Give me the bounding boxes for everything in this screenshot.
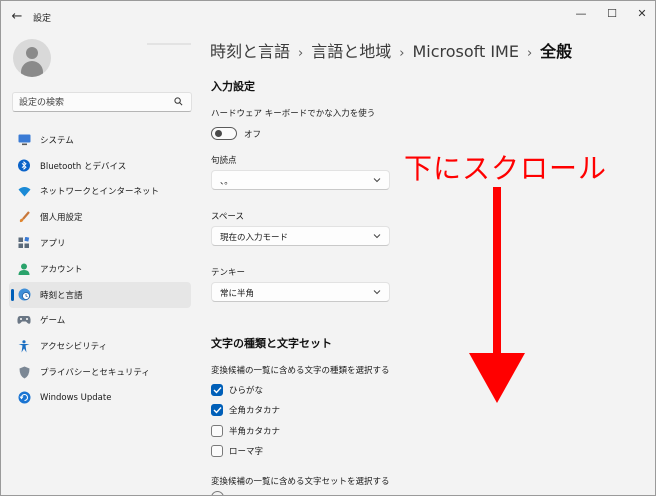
toggle-state-label: オフ: [244, 130, 262, 140]
maximize-button[interactable]: ☐: [597, 5, 627, 23]
checkbox[interactable]: [211, 445, 223, 457]
back-arrow-icon[interactable]: ←: [7, 7, 27, 27]
globe-clock-icon: [17, 288, 31, 302]
space-label: スペース: [211, 212, 244, 222]
checkbox-halfwidth-katakana[interactable]: 半角カタカナ: [211, 424, 280, 438]
minimize-button[interactable]: —: [566, 5, 596, 23]
breadcrumb-separator: ›: [399, 46, 405, 61]
app-title: 設定: [33, 14, 52, 24]
checkbox-label: 全角カタカナ: [229, 406, 281, 416]
page-title: 全般: [540, 42, 573, 61]
input-settings-title: 入力設定: [211, 80, 255, 93]
breadcrumb-language-region[interactable]: 言語と地域: [311, 42, 391, 61]
search-box[interactable]: [12, 92, 192, 112]
hardware-kana-toggle[interactable]: [211, 127, 237, 140]
sidebar-item-label: Bluetooth とデバイス: [40, 161, 127, 172]
sidebar-item-label: アクセシビリティ: [40, 342, 108, 353]
sidebar-item-time-language[interactable]: 時刻と言語: [9, 281, 191, 308]
avatar-head: [26, 47, 38, 59]
sidebar-item-label: アカウント: [40, 264, 83, 275]
toggle-knob: [215, 130, 222, 137]
chevron-down-icon: [373, 234, 381, 239]
account-icon: [17, 262, 31, 276]
search-icon[interactable]: [174, 97, 183, 106]
punctuation-label: 句読点: [211, 156, 237, 166]
update-icon: [17, 391, 31, 405]
checkbox-label: ひらがな: [229, 386, 264, 396]
checkbox-label: ローマ字: [229, 447, 264, 457]
hardware-kana-label: ハードウェア キーボードでかな入力を使う: [211, 109, 376, 119]
search-input[interactable]: [19, 95, 169, 110]
monitor-icon: [17, 133, 31, 147]
breadcrumb-separator: ›: [526, 46, 533, 61]
checkmark-icon: [213, 407, 222, 414]
punctuation-dropdown[interactable]: 、。: [211, 170, 390, 190]
chevron-down-icon: [373, 290, 381, 295]
sidebar-item-label: プライバシーとセキュリティ: [40, 368, 150, 379]
dropdown-value: 現在の入力モード: [220, 233, 289, 243]
breadcrumb: 時刻と言語 › 言語と地域 › Microsoft IME › 全般: [210, 38, 572, 62]
sidebar-item-personalization[interactable]: 個人用設定: [9, 204, 191, 230]
sidebar-item-label: 個人用設定: [40, 213, 83, 224]
sidebar-item-privacy[interactable]: プライバシーとセキュリティ: [9, 359, 191, 385]
checkbox-label: 半角カタカナ: [229, 427, 281, 437]
numpad-label: テンキー: [211, 268, 246, 278]
breadcrumb-separator: ›: [298, 46, 304, 61]
checkbox[interactable]: [211, 425, 223, 437]
sidebar-item-windows-update[interactable]: Windows Update: [9, 385, 191, 411]
sidebar-item-label: システム: [40, 135, 74, 146]
accessibility-icon: [17, 339, 31, 353]
sidebar-item-network[interactable]: ネットワークとインターネット: [9, 179, 191, 205]
char-types-title: 文字の種類と文字セット: [211, 337, 332, 350]
settings-window: ← 設定 — ☐ ✕ システム Bluetooth とデバイス: [0, 0, 656, 496]
sidebar-item-label: Windows Update: [40, 392, 112, 403]
scroll-down-annotation: 下にスクロール: [404, 152, 608, 185]
bluetooth-icon: [17, 159, 31, 173]
sidebar-item-label: ゲーム: [40, 316, 66, 327]
selection-indicator: [11, 288, 14, 301]
sidebar-item-label: ネットワークとインターネット: [40, 187, 160, 198]
down-arrow-icon: [469, 187, 525, 403]
sidebar-item-accessibility[interactable]: アクセシビリティ: [9, 333, 191, 359]
title-bar: ← 設定 — ☐ ✕: [1, 1, 655, 33]
checkbox[interactable]: [211, 404, 223, 416]
gamepad-icon: [17, 313, 31, 327]
dropdown-value: 常に半角: [220, 289, 255, 299]
breadcrumb-time-language[interactable]: 時刻と言語: [210, 42, 290, 61]
char-types-label: 変換候補の一覧に含める文字の種類を選択する: [211, 366, 390, 376]
apps-icon: [17, 236, 31, 250]
checkbox[interactable]: [211, 384, 223, 396]
sidebar-item-apps[interactable]: アプリ: [9, 230, 191, 256]
sidebar-nav: システム Bluetooth とデバイス ネットワークとインターネット 個人用設…: [9, 127, 191, 411]
space-dropdown[interactable]: 現在の入力モード: [211, 226, 390, 246]
sidebar-item-accounts[interactable]: アカウント: [9, 256, 191, 282]
user-avatar[interactable]: [13, 39, 51, 77]
sidebar-item-gaming[interactable]: ゲーム: [9, 308, 191, 334]
checkbox-fullwidth-katakana[interactable]: 全角カタカナ: [211, 403, 280, 417]
sidebar-item-label: アプリ: [40, 239, 66, 250]
brush-icon: [17, 210, 31, 224]
chevron-down-icon: [373, 178, 381, 183]
charset-label: 変換候補の一覧に含める文字セットを選択する: [211, 477, 390, 487]
numpad-dropdown[interactable]: 常に半角: [211, 282, 390, 302]
checkbox-hiragana[interactable]: ひらがな: [211, 383, 263, 397]
avatar-body: [21, 61, 43, 77]
breadcrumb-microsoft-ime[interactable]: Microsoft IME: [412, 42, 519, 61]
checkmark-icon: [213, 387, 222, 394]
charset-radio[interactable]: [211, 491, 224, 495]
close-button[interactable]: ✕: [627, 5, 655, 23]
sidebar-item-label: 時刻と言語: [40, 290, 83, 301]
sidebar-item-bluetooth[interactable]: Bluetooth とデバイス: [9, 153, 191, 179]
dropdown-value: 、。: [220, 177, 233, 187]
profile-placeholder: [147, 43, 191, 45]
wifi-icon: [17, 184, 31, 198]
sidebar-item-system[interactable]: システム: [9, 127, 191, 153]
checkbox-romaji[interactable]: ローマ字: [211, 444, 263, 458]
shield-icon: [17, 365, 31, 379]
